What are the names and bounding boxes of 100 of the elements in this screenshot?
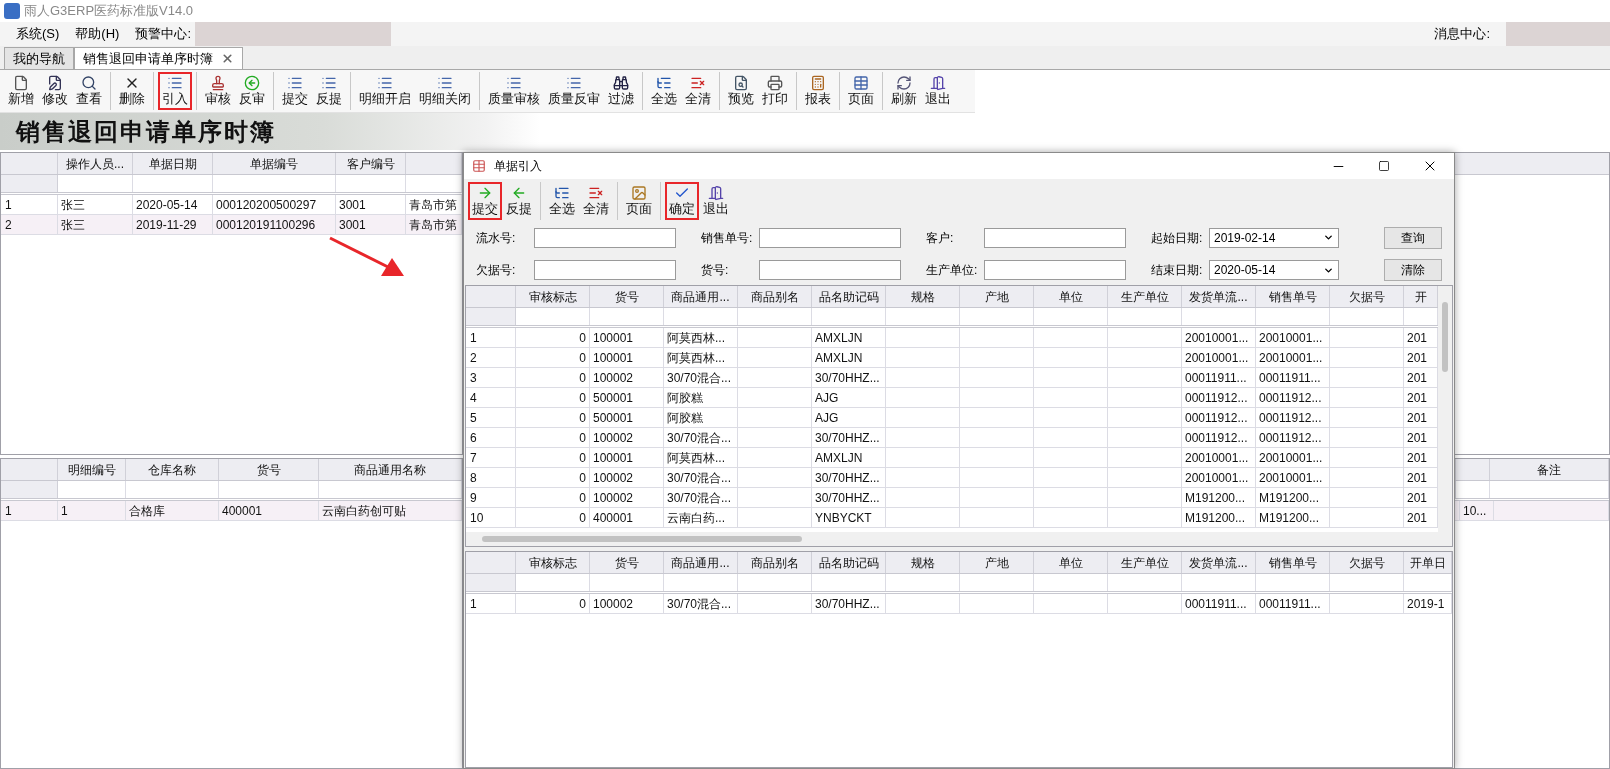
menu-item[interactable]: 帮助(H) — [75, 24, 120, 44]
filter-row[interactable] — [1, 175, 462, 195]
column-header[interactable]: 品名助记码 — [818, 553, 879, 572]
toolbar-button[interactable]: 新增 — [4, 72, 38, 110]
column-header[interactable]: 欠据号 — [1348, 287, 1385, 306]
toolbar-button[interactable]: 查看 — [72, 72, 106, 110]
toolbar-button[interactable]: 全选 — [545, 182, 579, 220]
toolbar-button[interactable]: 提交 — [468, 182, 502, 220]
table-row[interactable]: 9 0 100002 30/70混合... 30/70HHZ... M191200... M191200... 201 — [466, 488, 1438, 508]
column-header[interactable]: 产地 — [984, 287, 1009, 306]
column-header[interactable]: 单位 — [1058, 287, 1083, 306]
column-header[interactable]: 货号 — [614, 287, 639, 306]
filter-row[interactable] — [466, 308, 1438, 328]
column-header[interactable]: 商品别名 — [750, 553, 799, 572]
table-row[interactable]: 8 0 100002 30/70混合... 30/70HHZ... 20010001... 20010001... 201 — [466, 468, 1438, 488]
column-header[interactable]: 货号 — [256, 460, 281, 479]
toolbar-button[interactable]: 质量反审 — [544, 72, 604, 110]
maximize-icon[interactable] — [1378, 160, 1390, 172]
column-header[interactable]: 规格 — [910, 287, 935, 306]
column-header[interactable]: 商品通用名称 — [354, 460, 426, 479]
toolbar-button[interactable]: 打印 — [758, 72, 792, 110]
toolbar-button[interactable]: 修改 — [38, 72, 72, 110]
filter-row[interactable] — [1, 481, 462, 501]
column-header[interactable]: 商品别名 — [750, 287, 799, 306]
column-header[interactable]: 销售单号 — [1268, 287, 1317, 306]
column-header[interactable]: 欠据号 — [1348, 553, 1385, 572]
table-row[interactable]: 1 0 100001 阿莫西林... AMXLJN 20010001... 20010001... 201 — [466, 328, 1438, 348]
table-row[interactable]: 3 0 100002 30/70混合... 30/70HHZ... 00011911... 00011911... 201 — [466, 368, 1438, 388]
toolbar-button[interactable]: 页面 — [844, 72, 878, 110]
input-field[interactable] — [984, 260, 1126, 281]
toolbar-button[interactable]: 明细开启 — [355, 72, 415, 110]
toolbar-button[interactable]: 页面 — [622, 182, 656, 220]
horizontal-scrollbar[interactable] — [466, 532, 1452, 546]
toolbar-button[interactable]: 报表 — [801, 72, 835, 110]
column-header[interactable]: 单据编号 — [250, 154, 298, 173]
table-row[interactable]: 2 张三 2019-11-29 000120191100296 3001 青岛市第 — [1, 215, 462, 235]
tab[interactable]: 我的导航 — [4, 47, 74, 69]
filter-row[interactable] — [1455, 481, 1609, 501]
menu-item[interactable]: 系统(S) — [16, 24, 60, 44]
column-header[interactable]: 单位 — [1058, 553, 1083, 572]
toolbar-button[interactable]: 全选 — [647, 72, 681, 110]
column-header[interactable]: 仓库名称 — [148, 460, 196, 479]
toolbar-button[interactable]: 退出 — [921, 72, 955, 110]
table-row[interactable]: 4 0 500001 阿胶糕 AJG 00011912... 00011912... 201 — [466, 388, 1438, 408]
toolbar-button[interactable]: 审核 — [201, 72, 235, 110]
column-header[interactable]: 生产单位 — [1120, 553, 1169, 572]
table-row[interactable]: 7 0 100001 阿莫西林... AMXLJN 20010001... 20010001... 201 — [466, 448, 1438, 468]
column-header[interactable]: 货号 — [614, 553, 639, 572]
column-header[interactable]: 审核标志 — [528, 553, 577, 572]
toolbar-button[interactable]: 反提 — [502, 182, 536, 220]
dialog-button[interactable]: 清除 — [1384, 259, 1442, 282]
toolbar-button[interactable]: 预览 — [724, 72, 758, 110]
table-row[interactable]: 10 0 400001 云南白药... YNBYCKT M191200... M191200... 201 — [466, 508, 1438, 528]
column-header[interactable]: 开 — [1414, 287, 1427, 306]
table-row[interactable]: 10... — [1455, 501, 1609, 521]
toolbar-button[interactable]: 引入 — [158, 72, 192, 110]
toolbar-button[interactable]: 质量审核 — [484, 72, 544, 110]
vertical-scrollbar[interactable] — [1438, 286, 1452, 532]
column-header[interactable]: 品名助记码 — [818, 287, 879, 306]
table-row[interactable]: 2 0 100001 阿莫西林... AMXLJN 20010001... 20010001... 201 — [466, 348, 1438, 368]
dialog-button[interactable]: 查询 — [1384, 226, 1442, 249]
date-dropdown[interactable]: 2020-05-14 — [1209, 260, 1339, 281]
toolbar-button[interactable]: 全清 — [579, 182, 613, 220]
toolbar-button[interactable]: 全清 — [681, 72, 715, 110]
table-row[interactable]: 6 0 100002 30/70混合... 30/70HHZ... 00011912... 00011912... 201 — [466, 428, 1438, 448]
input-field[interactable] — [534, 260, 676, 281]
column-header[interactable]: 产地 — [984, 553, 1009, 572]
toolbar-button[interactable]: 退出 — [699, 182, 733, 220]
column-header[interactable]: 商品通用... — [671, 287, 730, 306]
input-field[interactable] — [534, 227, 676, 248]
column-header[interactable]: 审核标志 — [528, 287, 577, 306]
tab[interactable]: 销售退回申请单序时簿 — [74, 47, 243, 69]
date-dropdown[interactable]: 2019-02-14 — [1209, 227, 1339, 248]
table-row[interactable]: 1 1 合格库 400001 云南白药创可贴 — [1, 501, 462, 521]
column-header[interactable]: 开单日 — [1409, 553, 1446, 572]
column-header[interactable]: 发货单流... — [1189, 287, 1248, 306]
input-field[interactable] — [759, 260, 901, 281]
column-header[interactable]: 规格 — [910, 553, 935, 572]
column-header[interactable]: 明细编号 — [67, 460, 116, 479]
column-header[interactable]: 客户编号 — [346, 154, 395, 173]
column-header[interactable]: 备注 — [1537, 460, 1561, 479]
column-header[interactable]: 发货单流... — [1189, 553, 1248, 572]
table-row[interactable]: 1 张三 2020-05-14 000120200500297 3001 青岛市第 — [1, 195, 462, 215]
column-header[interactable]: 销售单号 — [1268, 553, 1317, 572]
toolbar-button[interactable]: 确定 — [665, 182, 699, 220]
input-field[interactable] — [759, 227, 901, 248]
input-field[interactable] — [984, 227, 1126, 248]
toolbar-button[interactable]: 提交 — [278, 72, 312, 110]
column-header[interactable]: 操作人员... — [66, 154, 124, 173]
filter-row[interactable] — [466, 574, 1452, 594]
toolbar-button[interactable]: 过滤 — [604, 72, 638, 110]
toolbar-button[interactable]: 明细关闭 — [415, 72, 475, 110]
column-header[interactable]: 生产单位 — [1120, 287, 1169, 306]
toolbar-button[interactable]: 反审 — [235, 72, 269, 110]
toolbar-button[interactable]: 反提 — [312, 72, 346, 110]
table-row[interactable]: 5 0 500001 阿胶糕 AJG 00011912... 00011912... 201 — [466, 408, 1438, 428]
table-row[interactable]: 1 0 100002 30/70混合... 30/70HHZ... 00011911... 00011911... 2019-1 — [466, 594, 1452, 614]
toolbar-button[interactable]: 刷新 — [887, 72, 921, 110]
column-header[interactable]: 单据日期 — [148, 154, 197, 173]
toolbar-button[interactable]: 删除 — [115, 72, 149, 110]
